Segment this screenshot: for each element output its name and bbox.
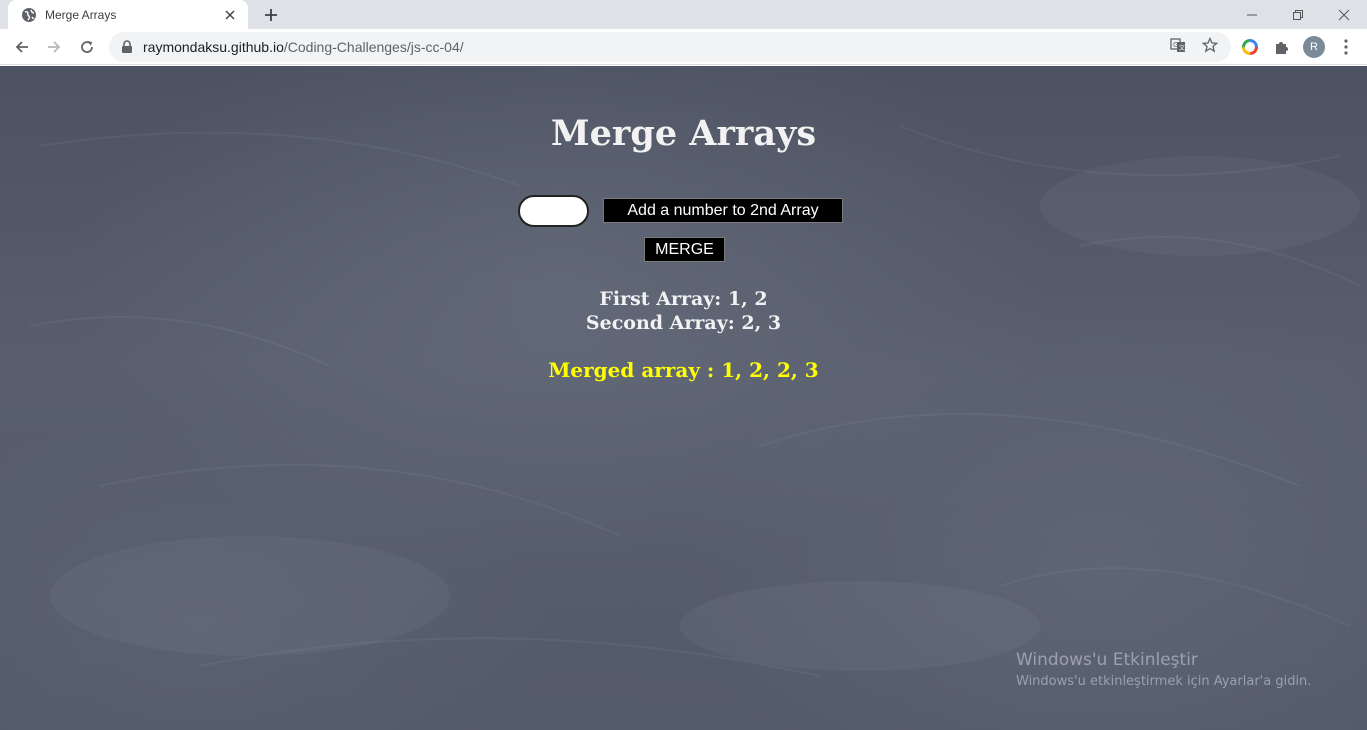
- globe-icon: [21, 7, 37, 23]
- url-text: raymondaksu.github.io/Coding-Challenges/…: [143, 39, 464, 55]
- page-content: Merge Arrays Add a number to 2nd Array M…: [0, 66, 1367, 730]
- merge-button[interactable]: MERGE: [644, 237, 725, 262]
- chalkboard-texture: [29, 125, 1361, 677]
- first-array-text: First Array: 1, 2: [599, 288, 768, 310]
- puzzle-icon[interactable]: [1272, 37, 1292, 57]
- new-tab-button[interactable]: [258, 2, 284, 28]
- kebab-menu-icon[interactable]: [1336, 37, 1356, 57]
- svg-text:文: 文: [1179, 44, 1185, 52]
- windows-activation-watermark: Windows'u Etkinleştir Windows'u etkinleş…: [1016, 650, 1311, 689]
- reload-button[interactable]: [73, 33, 101, 61]
- page-title: Merge Arrays: [550, 113, 817, 154]
- minimize-icon: [1247, 14, 1257, 15]
- profile-avatar[interactable]: R: [1303, 36, 1325, 58]
- lock-icon[interactable]: [119, 39, 135, 55]
- back-button[interactable]: [8, 33, 36, 61]
- translate-icon[interactable]: G文: [1169, 36, 1187, 54]
- minimize-button[interactable]: [1229, 0, 1275, 29]
- url-path: /Coding-Challenges/js-cc-04/: [283, 39, 464, 55]
- watermark-title: Windows'u Etkinleştir: [1016, 650, 1198, 670]
- reload-icon: [81, 41, 93, 53]
- second-array-text: Second Array: 2, 3: [585, 312, 782, 334]
- tab-strip: Merge Arrays: [0, 0, 1367, 29]
- forward-arrow-icon: [48, 41, 61, 53]
- address-bar[interactable]: raymondaksu.github.io/Coding-Challenges/…: [109, 32, 1231, 62]
- tab-title: Merge Arrays: [45, 7, 117, 22]
- watermark-subtitle: Windows'u etkinleştirmek için Ayarlar'a …: [1016, 674, 1312, 689]
- close-icon[interactable]: [222, 7, 238, 23]
- url-host: raymondaksu.github.io: [143, 39, 284, 55]
- add-number-button[interactable]: Add a number to 2nd Array: [603, 198, 843, 223]
- restore-button[interactable]: [1275, 0, 1321, 29]
- color-wheel-icon[interactable]: [1240, 37, 1260, 57]
- close-window-button[interactable]: [1321, 0, 1367, 29]
- merged-array-text: Merged array : 1, 2, 2, 3: [548, 358, 819, 382]
- plus-icon: [265, 9, 277, 21]
- restore-icon: [1293, 9, 1303, 20]
- tab-merge-arrays[interactable]: Merge Arrays: [8, 0, 248, 29]
- browser-toolbar: raymondaksu.github.io/Coding-Challenges/…: [0, 29, 1367, 65]
- star-icon[interactable]: [1201, 36, 1219, 54]
- close-window-icon: [1338, 9, 1350, 20]
- number-input[interactable]: [518, 195, 589, 227]
- back-arrow-icon: [15, 41, 28, 53]
- forward-button[interactable]: [40, 33, 68, 61]
